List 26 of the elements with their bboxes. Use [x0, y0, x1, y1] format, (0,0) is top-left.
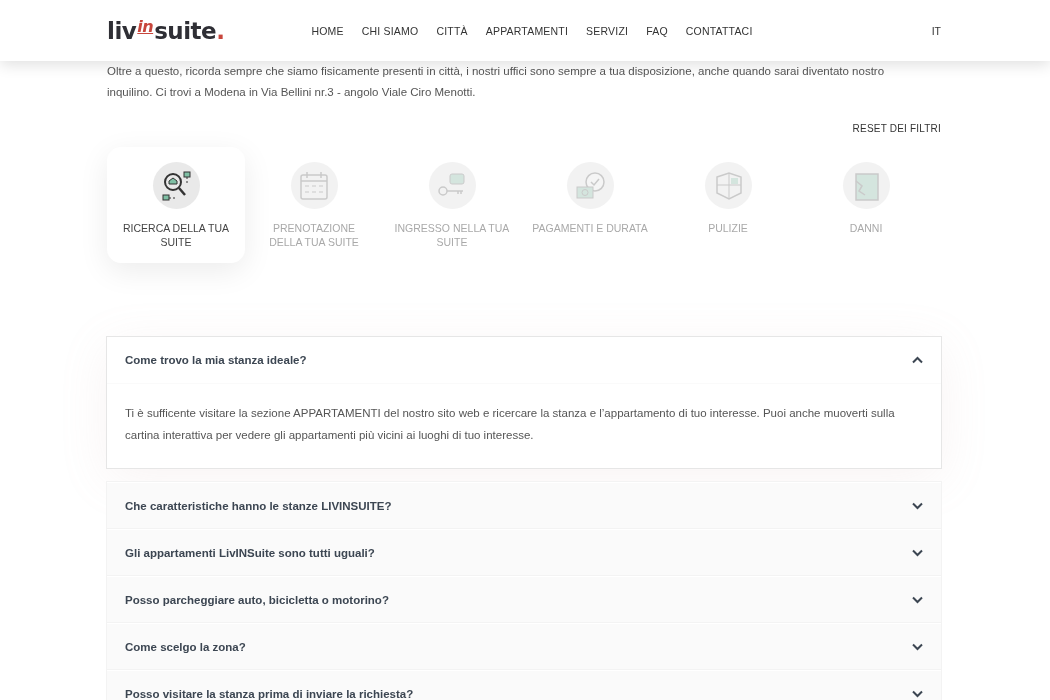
faq-question[interactable]: Come trovo la mia stanza ideale?	[107, 337, 941, 383]
faq-answer: Ti è sufficente visitare la sezione APPARTAMENTI del nostro sito web e ricercare la stanza e l’appartamento di tuo interesse. Puoi anche muoverti sulla cartina interattiva per vedere gli appartamenti più vicini ai luoghi di tuo interesse.	[107, 383, 941, 468]
category-tab[interactable]: RICERCA DELLA TUA SUITE	[107, 147, 245, 263]
nav-link[interactable]: CONTATTACI	[676, 24, 762, 37]
language-link[interactable]: IT	[931, 24, 941, 37]
nav-link[interactable]: APPARTAMENTI	[476, 24, 578, 37]
chevron-icon	[912, 549, 923, 557]
intro-text: Oltre a questo, ricorda sempre che siamo fisicamente presenti in città, i nostri uffici sono sempre a tua disposizione, anche quando sarai diventato nostro	[107, 64, 886, 79]
nav-link[interactable]: HOME	[302, 24, 353, 37]
chevron-icon	[912, 643, 923, 651]
faq-question[interactable]: Gli appartamenti LivINSuite sono tutti uguali?	[107, 530, 941, 576]
nav-link[interactable]: CHI SIAMO	[352, 24, 428, 37]
nav-link[interactable]: CITTÀ	[427, 24, 477, 37]
chevron-icon	[912, 356, 923, 364]
faq-question[interactable]: Posso parcheggiare auto, bicicletta o motorino?	[107, 577, 941, 623]
chevron-icon	[912, 690, 923, 698]
faq-question[interactable]: Posso visitare la stanza prima di inviare la richiesta?	[107, 671, 941, 700]
magnifier-house-icon	[159, 168, 193, 203]
intro-text: inquilino. Ci trovi a Modena in Via Bellini nr.3 - angolo Viale Ciro Menotti.	[107, 85, 477, 100]
faq-question[interactable]: Che caratteristiche hanno le stanze LIVINSUITE?	[107, 483, 941, 529]
nav-link[interactable]: SERVIZI	[577, 24, 638, 37]
reset-filters-link[interactable]: RESET DEI FILTRI	[852, 123, 941, 134]
faq-question[interactable]: Come scelgo la zona?	[107, 624, 941, 670]
chevron-icon	[912, 596, 923, 604]
nav-link[interactable]: FAQ	[637, 24, 677, 37]
chevron-icon	[912, 502, 923, 510]
